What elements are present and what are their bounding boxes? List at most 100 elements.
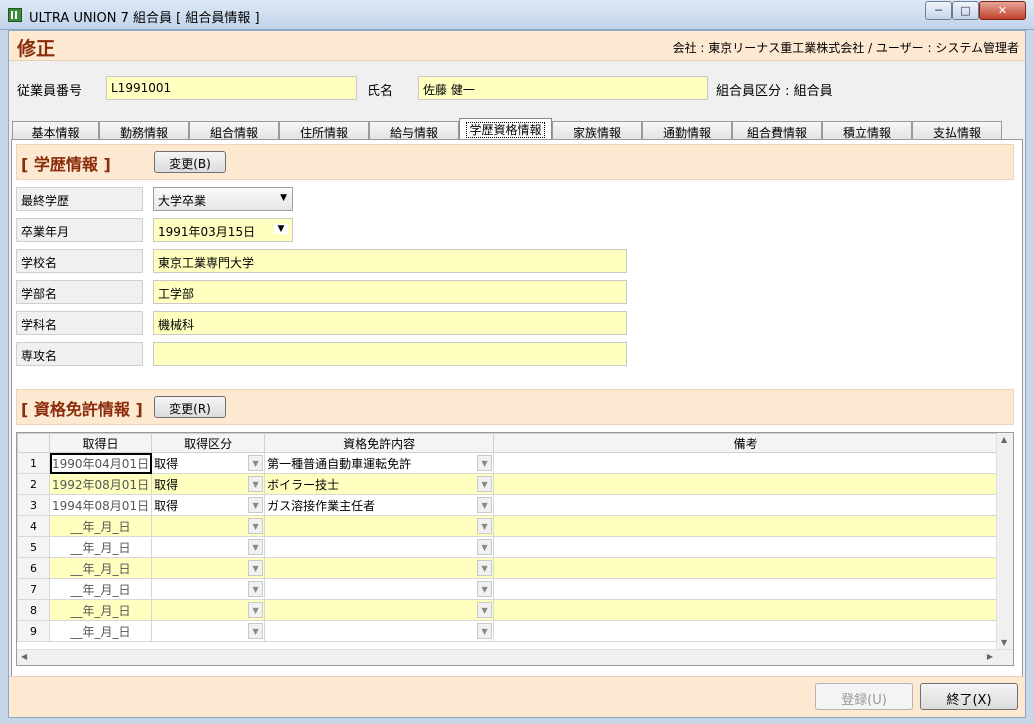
acquired-date-cell[interactable]: 1992年08月01日 [48, 473, 153, 495]
acquired-type-cell[interactable]: ▼ [151, 620, 266, 642]
vertical-scrollbar[interactable]: ▲ ▼ [996, 433, 1013, 649]
acquired-type-cell[interactable]: ▼ [151, 536, 266, 558]
chevron-down-icon[interactable]: ▼ [248, 518, 264, 534]
acquired-type-cell[interactable]: ▼ [151, 599, 266, 621]
note-cell[interactable] [493, 599, 999, 621]
graduation-date-picker[interactable]: 1991年03月15日 ▼ [153, 218, 293, 242]
acquired-type-cell[interactable]: ▼ [151, 557, 266, 579]
exit-button[interactable]: 終了(X) [920, 683, 1018, 710]
qualification-content-cell[interactable]: ▼ [264, 578, 495, 600]
note-cell[interactable] [493, 620, 999, 642]
chevron-down-icon[interactable]: ▼ [477, 539, 493, 555]
acquired-type-cell[interactable]: ▼ [151, 578, 266, 600]
acquired-date-cell[interactable]: __年_月_日 [48, 536, 153, 558]
qualification-content-cell[interactable]: ▼ [264, 536, 495, 558]
chevron-down-icon[interactable]: ▼ [477, 497, 493, 513]
column-header[interactable]: 備考 [493, 433, 999, 453]
employee-id-field[interactable]: L1991001 [106, 76, 357, 100]
chevron-down-icon[interactable]: ▼ [477, 455, 493, 471]
tab-work-info[interactable]: 勤務情報 [99, 121, 189, 140]
chevron-down-icon[interactable]: ▼ [477, 602, 493, 618]
note-cell[interactable] [493, 473, 999, 495]
table-row[interactable]: 6 __年_月_日 ▼ ▼ [17, 557, 999, 579]
tab-address-info[interactable]: 住所情報 [279, 121, 369, 140]
tab-payment-info[interactable]: 支払情報 [912, 121, 1002, 140]
scroll-down-icon[interactable]: ▼ [1001, 638, 1007, 647]
chevron-down-icon[interactable]: ▼ [248, 602, 264, 618]
chevron-down-icon[interactable]: ▼ [248, 476, 264, 492]
note-cell[interactable] [493, 578, 999, 600]
chevron-down-icon[interactable]: ▼ [477, 518, 493, 534]
note-cell[interactable] [493, 494, 999, 516]
education-change-button[interactable]: 変更(B) [154, 151, 226, 173]
chevron-down-icon[interactable]: ▼ [477, 581, 493, 597]
chevron-down-icon[interactable]: ▼ [477, 623, 493, 639]
close-button[interactable]: ✕ [979, 1, 1026, 20]
minimize-button[interactable]: ─ [925, 1, 952, 20]
note-cell[interactable] [493, 557, 999, 579]
major-name-field[interactable] [153, 342, 627, 366]
chevron-down-icon[interactable]: ▼ [248, 455, 264, 471]
chevron-down-icon[interactable]: ▼ [248, 497, 264, 513]
department-name-field[interactable]: 機械科 [153, 311, 627, 335]
acquired-date-cell[interactable]: __年_月_日 [48, 620, 153, 642]
acquired-type-cell[interactable]: ▼ [151, 515, 266, 537]
note-cell[interactable] [493, 452, 999, 474]
column-header[interactable]: 取得区分 [151, 433, 266, 453]
final-education-select[interactable]: 大学卒業 ▼ [153, 187, 293, 211]
table-row[interactable]: 1 1990年04月01日 取得 ▼ 第一種普通自動車運転免許 ▼ [17, 452, 999, 474]
table-row[interactable]: 9 __年_月_日 ▼ ▼ [17, 620, 999, 642]
name-field[interactable]: 佐藤 健一 [418, 76, 708, 100]
acquired-date-cell[interactable]: __年_月_日 [48, 578, 153, 600]
register-button[interactable]: 登録(U) [815, 683, 913, 710]
table-row[interactable]: 8 __年_月_日 ▼ ▼ [17, 599, 999, 621]
horizontal-scrollbar[interactable]: ◀ ▶ [17, 649, 1013, 665]
qualification-change-button[interactable]: 変更(R) [154, 396, 226, 418]
chevron-down-icon[interactable]: ▼ [248, 623, 264, 639]
table-row[interactable]: 4 __年_月_日 ▼ ▼ [17, 515, 999, 537]
tab-savings-info[interactable]: 積立情報 [822, 121, 912, 140]
tab-salary-info[interactable]: 給与情報 [369, 121, 459, 140]
acquired-type-cell[interactable]: 取得 ▼ [151, 452, 266, 474]
qualification-content-cell[interactable]: ボイラー技士 ▼ [264, 473, 495, 495]
tab-commute-info[interactable]: 通勤情報 [642, 121, 732, 140]
column-header[interactable]: 取得日 [48, 433, 153, 453]
maximize-button[interactable]: □ [952, 1, 979, 20]
note-cell[interactable] [493, 515, 999, 537]
tab-education-qualification[interactable]: 学歴資格情報 [459, 118, 552, 140]
tab-family-info[interactable]: 家族情報 [552, 121, 642, 140]
chevron-down-icon[interactable]: ▼ [274, 224, 288, 234]
chevron-down-icon[interactable]: ▼ [248, 539, 264, 555]
qualification-content-cell[interactable]: ガス溶接作業主任者 ▼ [264, 494, 495, 516]
table-row[interactable]: 2 1992年08月01日 取得 ▼ ボイラー技士 ▼ [17, 473, 999, 495]
chevron-down-icon[interactable]: ▼ [248, 581, 264, 597]
qualification-content-cell[interactable]: ▼ [264, 515, 495, 537]
chevron-down-icon[interactable]: ▼ [477, 476, 493, 492]
note-cell[interactable] [493, 536, 999, 558]
acquired-type-cell[interactable]: 取得 ▼ [151, 473, 266, 495]
qualification-content-cell[interactable]: ▼ [264, 620, 495, 642]
tab-union-info[interactable]: 組合情報 [189, 121, 279, 140]
table-row[interactable]: 7 __年_月_日 ▼ ▼ [17, 578, 999, 600]
chevron-down-icon[interactable]: ▼ [477, 560, 493, 576]
acquired-date-cell[interactable]: 1994年08月01日 [48, 494, 153, 516]
chevron-down-icon[interactable]: ▼ [248, 560, 264, 576]
table-row[interactable]: 5 __年_月_日 ▼ ▼ [17, 536, 999, 558]
faculty-name-field[interactable]: 工学部 [153, 280, 627, 304]
qualification-content-cell[interactable]: ▼ [264, 599, 495, 621]
tab-union-fee-info[interactable]: 組合費情報 [732, 121, 822, 140]
acquired-date-cell[interactable]: __年_月_日 [48, 599, 153, 621]
scroll-right-icon[interactable]: ▶ [987, 652, 993, 661]
acquired-date-cell[interactable]: __年_月_日 [48, 557, 153, 579]
school-name-field[interactable]: 東京工業専門大学 [153, 249, 627, 273]
scroll-left-icon[interactable]: ◀ [21, 652, 27, 661]
qualification-content-cell[interactable]: ▼ [264, 557, 495, 579]
column-header[interactable]: 資格免許内容 [264, 433, 495, 453]
table-row[interactable]: 3 1994年08月01日 取得 ▼ ガス溶接作業主任者 ▼ [17, 494, 999, 516]
acquired-date-cell[interactable]: 1990年04月01日 [48, 452, 153, 474]
acquired-type-cell[interactable]: 取得 ▼ [151, 494, 266, 516]
tab-basic-info[interactable]: 基本情報 [12, 121, 99, 140]
acquired-date-cell[interactable]: __年_月_日 [48, 515, 153, 537]
qualification-content-cell[interactable]: 第一種普通自動車運転免許 ▼ [264, 452, 495, 474]
scroll-up-icon[interactable]: ▲ [1001, 435, 1007, 444]
